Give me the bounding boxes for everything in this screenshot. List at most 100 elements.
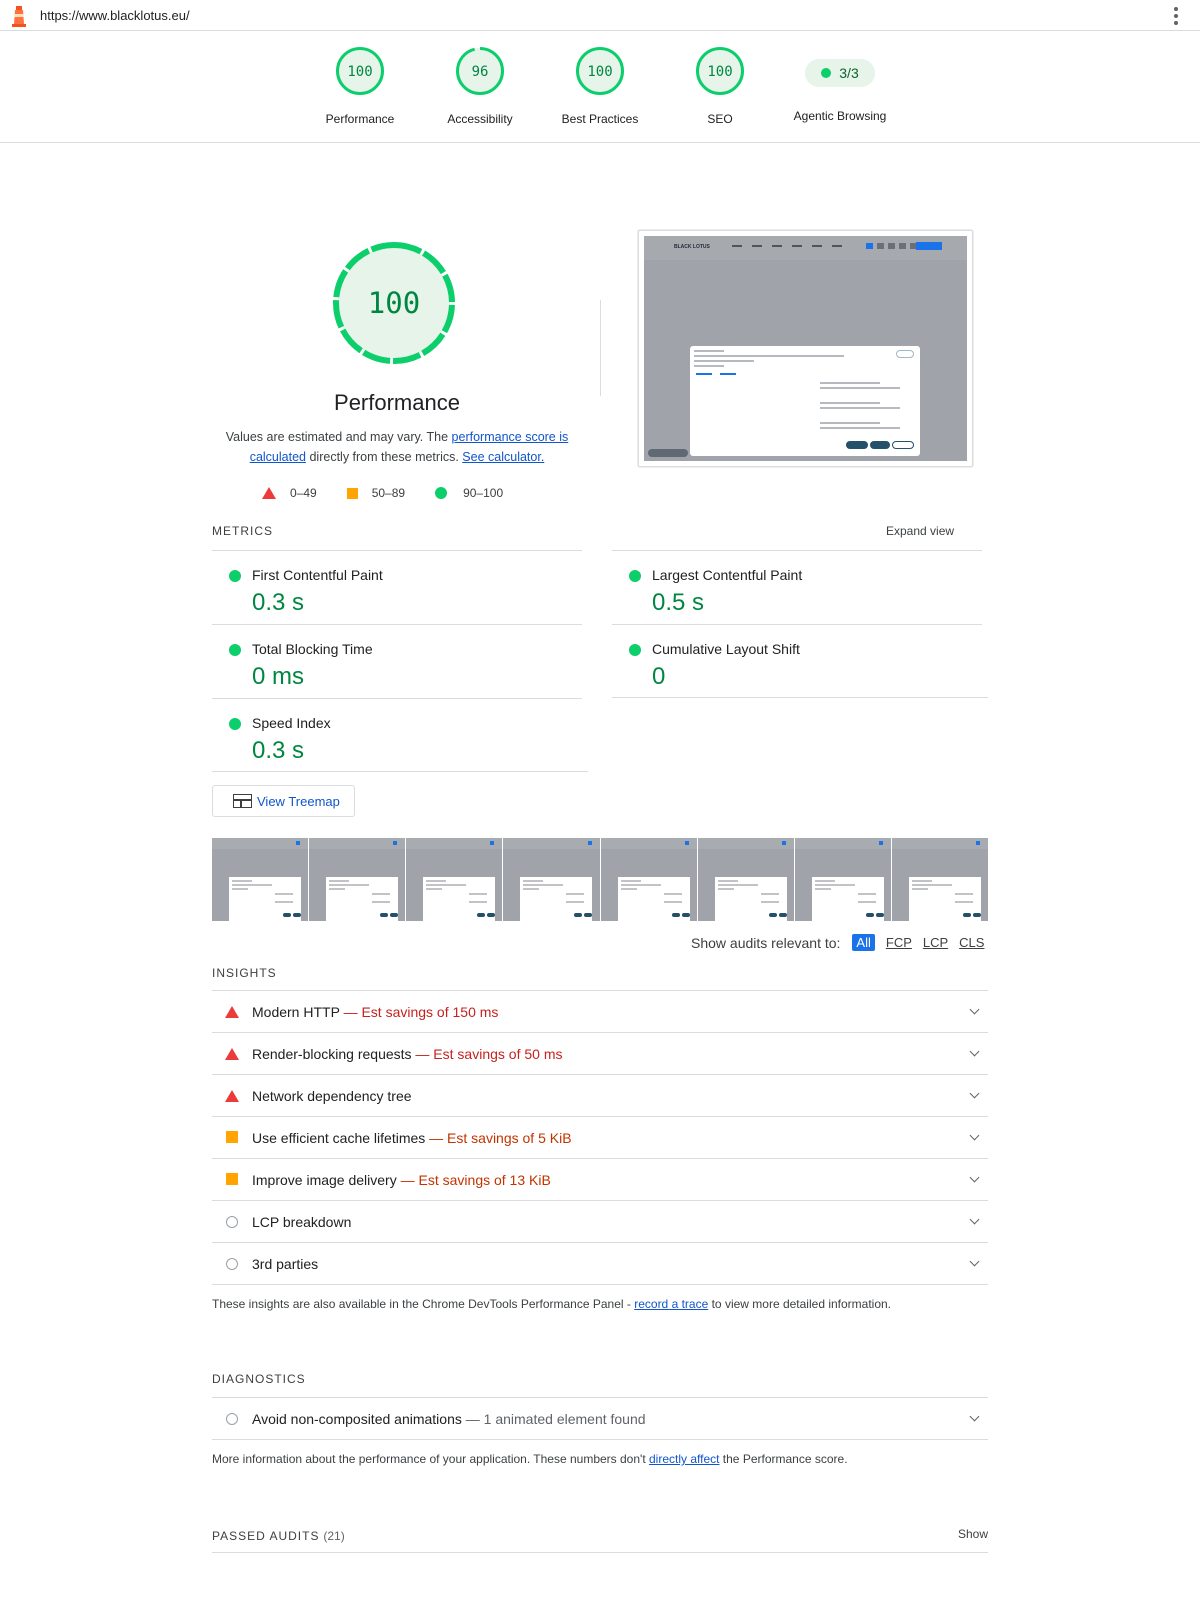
agentic-value: 3/3 — [839, 65, 859, 81]
performance-score: 100 — [368, 286, 420, 320]
insight-image-delivery[interactable]: Improve image delivery — Est savings of … — [212, 1158, 988, 1200]
divider — [600, 300, 601, 396]
insight-cache-lifetimes[interactable]: Use efficient cache lifetimes — Est savi… — [212, 1116, 988, 1158]
insight-lcp-breakdown[interactable]: LCP breakdown — [212, 1200, 988, 1242]
score-gauge-icon: 100 — [696, 47, 744, 95]
fail-triangle-icon — [262, 487, 276, 499]
filter-all[interactable]: All — [852, 934, 875, 951]
gauge-agentic-browsing[interactable]: 3/3 Agentic Browsing — [780, 45, 900, 123]
metric-name: Speed Index — [252, 715, 331, 731]
average-square-icon — [226, 1131, 238, 1143]
metric-value: 0 ms — [252, 663, 305, 690]
gauge-label: Agentic Browsing — [793, 109, 887, 123]
see-calculator-link[interactable]: See calculator. — [462, 450, 544, 464]
diagnostics-note: More information about the performance o… — [212, 1452, 848, 1466]
filter-fcp[interactable]: FCP — [886, 935, 912, 950]
chevron-down-icon[interactable] — [969, 1130, 980, 1141]
gauge-score: 100 — [707, 64, 732, 80]
score-gauge-icon: 100 — [576, 47, 624, 95]
metric-tbt: Total Blocking Time 0 ms — [212, 624, 582, 698]
insights-note: These insights are also available in the… — [212, 1297, 892, 1311]
view-treemap-button[interactable]: View Treemap — [212, 785, 355, 817]
record-trace-link[interactable]: record a trace — [634, 1297, 708, 1311]
audit-savings: — Est savings of 50 ms — [415, 1046, 563, 1062]
metric-value: 0.3 s — [252, 589, 305, 616]
gauge-performance[interactable]: 100 Performance — [300, 45, 420, 126]
chevron-down-icon[interactable] — [969, 1046, 980, 1057]
divider — [212, 1284, 988, 1285]
chevron-down-icon[interactable] — [969, 1214, 980, 1225]
filmstrip-frame — [697, 838, 794, 921]
legend-pass: 90–100 — [463, 486, 504, 500]
average-square-icon — [226, 1173, 238, 1185]
performance-main-gauge: 100 — [333, 242, 455, 364]
metric-value: 0.3 s — [252, 737, 305, 764]
fail-triangle-icon — [225, 1048, 239, 1060]
passed-audits-header[interactable]: PASSED AUDITS (21) Show — [212, 1527, 988, 1553]
filter-cls[interactable]: CLS — [959, 935, 984, 950]
insights-title: INSIGHTS — [212, 966, 277, 980]
metric-cls: Cumulative Layout Shift 0 — [612, 624, 982, 698]
gauge-best-practices[interactable]: 100 Best Practices — [540, 45, 660, 126]
informative-circle-icon — [226, 1413, 238, 1425]
chevron-down-icon[interactable] — [969, 1088, 980, 1099]
audit-title: LCP breakdown — [252, 1214, 352, 1230]
filmstrip — [212, 838, 988, 921]
audit-savings: — Est savings of 150 ms — [343, 1004, 499, 1020]
metrics-title: METRICS — [212, 524, 273, 538]
final-screenshot[interactable]: BLACK LOTUS — [638, 230, 973, 467]
filter-label: Show audits relevant to: — [691, 934, 841, 951]
chevron-down-icon[interactable] — [969, 1256, 980, 1267]
pass-dot-icon — [629, 570, 641, 582]
more-options-icon[interactable] — [1174, 7, 1178, 25]
audit-title: Improve image delivery — [252, 1172, 397, 1188]
gauge-seo[interactable]: 100 SEO — [660, 45, 780, 126]
filmstrip-frame — [891, 838, 988, 921]
audit-title: Use efficient cache lifetimes — [252, 1130, 426, 1146]
filmstrip-frame — [309, 838, 406, 921]
metric-fcp: First Contentful Paint 0.3 s — [212, 550, 582, 624]
gauge-label: SEO — [707, 112, 733, 126]
divider — [212, 1439, 988, 1440]
audit-title: Avoid non-composited animations — [252, 1411, 462, 1427]
pass-dot-icon — [229, 570, 241, 582]
chevron-down-icon[interactable] — [969, 1004, 980, 1015]
diagnostic-non-composited-animations[interactable]: Avoid non-composited animations — 1 anim… — [212, 1397, 988, 1439]
gauge-label: Performance — [325, 112, 395, 126]
expand-view-toggle[interactable]: Expand view — [886, 524, 954, 538]
audit-savings: — Est savings of 13 KiB — [400, 1172, 551, 1188]
passed-audits-count: (21) — [323, 1529, 345, 1543]
audit-filter: Show audits relevant to: All FCP LCP CLS — [691, 934, 984, 951]
gauge-score: 96 — [472, 64, 489, 80]
screenshot-image: BLACK LOTUS — [644, 236, 967, 461]
divider — [612, 697, 988, 698]
metric-value: 0.5 s — [652, 589, 705, 616]
filmstrip-frame — [794, 838, 891, 921]
filmstrip-frame — [212, 838, 309, 921]
gauge-accessibility[interactable]: 96 Accessibility — [420, 45, 540, 126]
category-gauges: 100 Performance 96 Accessibility 100 Bes… — [0, 31, 1200, 143]
fail-triangle-icon — [225, 1090, 239, 1102]
audit-detail: — 1 animated element found — [465, 1411, 646, 1427]
lighthouse-logo-icon — [12, 6, 26, 27]
directly-affect-link[interactable]: directly affect — [649, 1452, 719, 1466]
filter-lcp[interactable]: LCP — [923, 935, 948, 950]
chevron-down-icon[interactable] — [969, 1411, 980, 1422]
filmstrip-frame — [503, 838, 600, 921]
insight-network-dependency[interactable]: Network dependency tree — [212, 1074, 988, 1116]
pass-circle-icon — [435, 487, 448, 499]
informative-circle-icon — [226, 1258, 238, 1270]
insight-modern-http[interactable]: Modern HTTP — Est savings of 150 ms — [212, 990, 988, 1032]
url-bar: https://www.blacklotus.eu/ — [0, 0, 1200, 31]
passed-audits-title: PASSED AUDITS — [212, 1529, 320, 1543]
chevron-down-icon[interactable] — [969, 1172, 980, 1183]
insight-third-parties[interactable]: 3rd parties — [212, 1242, 988, 1284]
pass-dot-icon — [229, 718, 241, 730]
insight-render-blocking[interactable]: Render-blocking requests — Est savings o… — [212, 1032, 988, 1074]
show-passed-toggle[interactable]: Show — [958, 1527, 988, 1541]
metric-name: Total Blocking Time — [252, 641, 373, 657]
score-gauge-icon: 96 — [456, 47, 504, 95]
metric-lcp: Largest Contentful Paint 0.5 s — [612, 550, 982, 624]
metric-speed-index: Speed Index 0.3 s — [212, 698, 582, 772]
treemap-icon — [233, 794, 252, 808]
